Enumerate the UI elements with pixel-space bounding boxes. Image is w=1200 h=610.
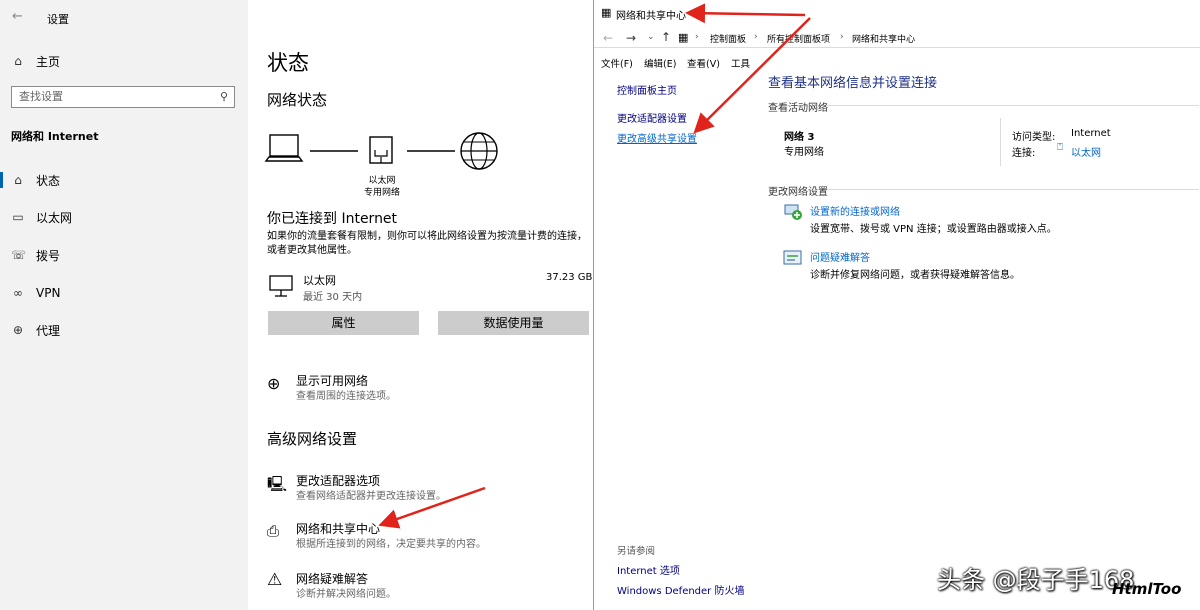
window-title: 网络和共享中心: [616, 11, 686, 22]
breadcrumb-separator: ›: [754, 32, 758, 42]
firewall-link[interactable]: Windows Defender 防火墙: [617, 582, 744, 597]
menu-tools[interactable]: 工具: [731, 56, 750, 70]
back-icon[interactable]: ←: [603, 31, 613, 45]
search-input[interactable]: 查找设置 ⚲: [11, 86, 235, 108]
new-connection-icon: [784, 204, 802, 220]
access-type-label: 访问类型:: [1012, 132, 1056, 143]
watermark-text: 头条 @段子手168: [937, 566, 1135, 594]
change-adapter-settings-link[interactable]: 更改适配器设置: [617, 110, 687, 125]
troubleshoot-icon: [783, 250, 802, 265]
divider-vertical: [1000, 118, 1001, 166]
connection-period: 最近 30 天内: [303, 292, 363, 303]
main-heading: 查看基本网络信息并设置连接: [768, 76, 938, 91]
search-placeholder: 查找设置: [19, 90, 63, 103]
forward-icon[interactable]: →: [626, 31, 636, 45]
diagram-label-line2: 专用网络: [363, 188, 400, 198]
see-also-heading: 另请参阅: [617, 546, 656, 557]
page-title: 状态: [267, 51, 309, 75]
advanced-settings-heading: 高级网络设置: [267, 430, 358, 448]
connection-name: 以太网: [303, 274, 336, 287]
back-arrow-icon[interactable]: ←: [12, 9, 23, 24]
monitor-icon: 🖳: [267, 475, 288, 493]
divider: [827, 105, 1199, 106]
data-usage-button[interactable]: 数据使用量: [438, 311, 589, 335]
network-status-heading: 网络状态: [267, 91, 328, 109]
ethernet-adapter-icon: ⍞: [1057, 142, 1063, 153]
control-panel-icon: ▦: [678, 31, 689, 44]
task-description: 诊断并修复网络问题，或者获得疑难解答信息。: [810, 270, 1020, 281]
home-status-icon: ⌂: [14, 173, 22, 187]
menu-file[interactable]: 文件(F): [601, 56, 633, 70]
settings-sidebar: ← 设置 ⌂ 主页 查找设置 ⚲ 网络和 Internet ⌂ 状态 ▭ 以太网…: [0, 0, 248, 610]
sidebar-item-status[interactable]: ⌂ 状态: [0, 165, 248, 195]
link-subtitle: 查看网络适配器并更改连接设置。: [296, 491, 446, 502]
change-settings-heading: 更改网络设置: [768, 187, 828, 198]
network-name: 网络 3: [784, 132, 815, 143]
menu-view[interactable]: 查看(V): [687, 56, 720, 70]
sidebar-item-ethernet[interactable]: ▭ 以太网: [0, 202, 248, 232]
globe-icon: [460, 132, 498, 170]
laptop-icon: [264, 134, 304, 162]
sidebar-item-label: 代理: [36, 323, 61, 338]
sidebar-item-home[interactable]: ⌂ 主页: [0, 46, 248, 76]
sidebar-item-vpn[interactable]: ∞ VPN: [0, 278, 248, 308]
settings-content: 状态 网络状态 以太网 专用网络 你已连接到 Internet 如果你的流量套餐…: [248, 0, 593, 610]
up-icon[interactable]: ↑: [661, 30, 671, 44]
connected-description: 如果你的流量套餐有限制，则你可以将此网络设置为按流量计费的连接，或者更改其他属性…: [267, 231, 587, 256]
globe-icon: ⊕: [12, 323, 24, 337]
home-icon: ⌂: [14, 54, 22, 68]
dialup-icon: ☏: [11, 248, 27, 262]
active-networks-heading: 查看活动网络: [768, 103, 828, 114]
sidebar-item-dialup[interactable]: ☏ 拨号: [0, 240, 248, 270]
ethernet-icon: ▭: [12, 210, 24, 224]
search-icon[interactable]: ⚲: [220, 87, 228, 107]
chevron-down-icon[interactable]: ⌄: [647, 32, 655, 42]
settings-window-title: 设置: [47, 13, 69, 26]
network-type: 专用网络: [784, 147, 824, 158]
cp-home-link[interactable]: 控制面板主页: [617, 82, 677, 97]
access-type-value: Internet: [1071, 128, 1111, 139]
breadcrumb-separator: ›: [695, 32, 699, 42]
breadcrumb-item[interactable]: 网络和共享中心: [852, 32, 915, 45]
divider: [594, 47, 1200, 48]
warning-icon: ⚠: [267, 570, 283, 590]
change-advanced-sharing-link[interactable]: 更改高级共享设置: [617, 130, 697, 145]
sharing-center-icon: ⎙: [267, 522, 280, 540]
control-panel-window: ▦ 网络和共享中心 ← → ⌄ ↑ ▦ › 控制面板 › 所有控制面板项 › 网…: [593, 0, 1200, 610]
ethernet-connection-link[interactable]: 以太网: [1071, 144, 1101, 159]
connected-heading: 你已连接到 Internet: [267, 211, 398, 227]
task-description: 设置宽带、拨号或 VPN 连接；或设置路由器或接入点。: [810, 224, 1057, 235]
sidebar-item-label: 拨号: [36, 248, 61, 263]
data-usage-value: 37.23 GB: [546, 272, 593, 283]
connections-label: 连接:: [1012, 148, 1036, 159]
divider: [827, 189, 1199, 190]
sidebar-item-proxy[interactable]: ⊕ 代理: [0, 315, 248, 345]
sidebar-item-label: 状态: [36, 173, 61, 188]
section-title: 网络和 Internet: [11, 130, 99, 143]
task-title[interactable]: 设置新的连接或网络: [810, 203, 900, 218]
internet-options-link[interactable]: Internet 选项: [617, 562, 680, 577]
breadcrumb-separator: ›: [840, 32, 844, 42]
ethernet-port-icon: [369, 136, 393, 164]
watermark-brand: HtmlToo: [1112, 580, 1182, 598]
menu-edit[interactable]: 编辑(E): [644, 56, 676, 70]
link-subtitle: 查看周围的连接选项。: [296, 391, 396, 402]
breadcrumb-item[interactable]: 控制面板: [710, 32, 746, 45]
network-center-icon: ▦: [601, 6, 612, 19]
sidebar-item-label: 以太网: [36, 210, 73, 225]
properties-button[interactable]: 属性: [268, 311, 419, 335]
vpn-icon: ∞: [13, 286, 23, 300]
ethernet-pc-icon: [269, 275, 293, 297]
link-subtitle: 根据所连接到的网络，决定要共享的内容。: [296, 539, 486, 550]
breadcrumb-item[interactable]: 所有控制面板项: [767, 32, 830, 45]
sidebar-item-label: VPN: [36, 286, 61, 300]
task-title[interactable]: 问题疑难解答: [810, 249, 870, 264]
sidebar-item-label: 主页: [36, 54, 61, 69]
globe-icon: ⊕: [267, 374, 281, 393]
link-subtitle: 诊断并解决网络问题。: [296, 589, 396, 600]
